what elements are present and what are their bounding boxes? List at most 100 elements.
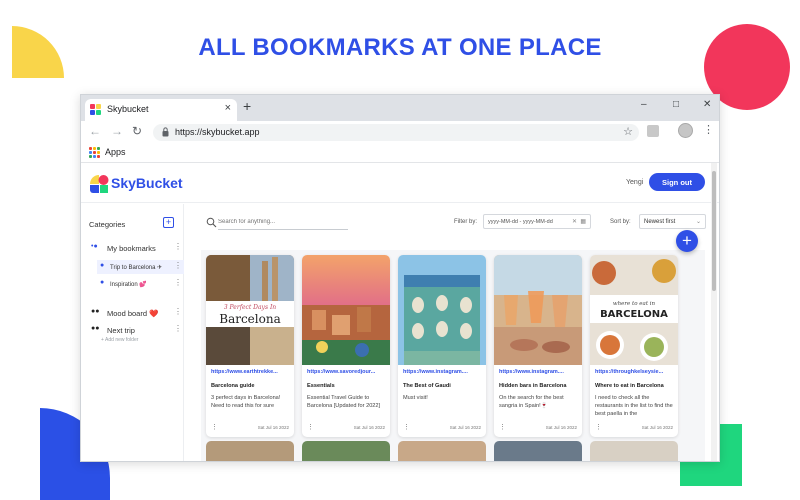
reload-icon[interactable]: ↻	[132, 124, 142, 138]
card-title: Hidden bars in Barcelona	[499, 383, 567, 389]
back-icon[interactable]: ←	[89, 124, 101, 138]
bookmark-card[interactable]: where to eat in BARCELONA https://throug…	[590, 255, 678, 437]
folder-menu-icon[interactable]: ⋮	[174, 324, 182, 333]
sort-value: Newest first	[644, 219, 676, 225]
chevron-down-icon: ⌄	[695, 219, 701, 225]
skybucket-app: SkyBucket Yengi Sign out Categories + •●…	[81, 163, 719, 461]
profile-avatar[interactable]	[678, 123, 693, 138]
minimize-icon[interactable]: –	[641, 99, 647, 110]
clear-date-icon[interactable]: ✕	[572, 218, 577, 225]
bookmark-card-partial[interactable]	[206, 441, 294, 461]
new-tab-icon[interactable]: +	[243, 98, 251, 114]
promo-headline: ALL BOOKMARKS AT ONE PLACE	[198, 34, 602, 61]
folder-menu-icon[interactable]: ⋮	[174, 261, 182, 270]
sign-out-button[interactable]: Sign out	[649, 173, 705, 191]
app-logo-text[interactable]: SkyBucket	[111, 175, 183, 191]
sort-select[interactable]: Newest first ⌄	[639, 214, 706, 229]
card-url[interactable]: https://throughkelseysie...	[595, 369, 675, 375]
add-category-icon[interactable]: +	[163, 217, 174, 228]
folder-label: Inspiration 💕	[110, 282, 147, 288]
bookmark-card[interactable]: https://www.savoredjour... Essentials Es…	[302, 255, 390, 437]
folder-trip-to-barcelona[interactable]: ● Trip to Barcelona ✈ ⋮	[97, 260, 184, 274]
folder-menu-icon[interactable]: ⋮	[174, 278, 182, 287]
bookmark-card-partial[interactable]	[302, 441, 390, 461]
calendar-icon[interactable]: ▦	[580, 218, 586, 225]
address-bar[interactable]: https://skybucket.app ☆	[153, 124, 639, 141]
bookmark-star-icon[interactable]: ☆	[623, 125, 633, 138]
add-new-folder-link[interactable]: + Add new folder	[101, 337, 138, 343]
card-thumbnail	[494, 255, 582, 365]
maximize-icon[interactable]: □	[673, 99, 679, 110]
bookmark-card-partial[interactable]	[494, 441, 582, 461]
card-date: Sat Jul 16 2022	[545, 425, 577, 430]
card-note: 3 perfect days in Barcelona! Need to rea…	[211, 395, 281, 409]
browser-tab[interactable]: Skybucket ×	[85, 99, 237, 121]
bookmark-card-partial[interactable]	[590, 441, 678, 461]
card-url[interactable]: https://www.instagram....	[403, 369, 483, 375]
card-thumb-text-top: where to eat in	[613, 301, 656, 307]
sort-label: Sort by:	[610, 219, 631, 225]
bookmark-card[interactable]: 3 Perfect Days In Barcelona https://www.…	[206, 255, 294, 437]
card-url[interactable]: https://www.earthtrekke...	[211, 369, 291, 375]
folder-mood-board[interactable]: ●● Mood board ❤️ ⋮	[81, 306, 184, 320]
search-input[interactable]	[218, 215, 348, 230]
folder-bullet-icon: ●	[100, 279, 105, 286]
url-text: https://skybucket.app	[175, 127, 260, 137]
card-date: Sat Jul 16 2022	[449, 425, 481, 430]
page-scrollbar-thumb[interactable]	[712, 171, 716, 291]
card-thumbnail: 3 Perfect Days In Barcelona	[206, 255, 294, 365]
forward-icon[interactable]: →	[111, 124, 123, 138]
extension-icon[interactable]	[647, 125, 659, 137]
skybucket-favicon-icon	[90, 104, 101, 115]
filter-label: Filter by:	[454, 219, 478, 225]
card-note: I need to check all the restaurants in t…	[595, 395, 673, 417]
card-menu-icon[interactable]: ⋮	[211, 423, 218, 431]
window-close-icon[interactable]: ✕	[703, 99, 711, 110]
card-note: On the search for the best sangria in Sp…	[499, 395, 564, 409]
card-url[interactable]: https://www.instagram....	[499, 369, 579, 375]
folder-menu-icon[interactable]: ⋮	[174, 307, 182, 316]
categories-sidebar: Categories + •● My bookmarks ⋮ ● Trip to…	[81, 204, 184, 461]
card-title: Essentials	[307, 383, 335, 389]
promo-stage: ALL BOOKMARKS AT ONE PLACE Skybucket × +…	[0, 0, 800, 500]
bookmarks-bar: Apps	[81, 143, 719, 163]
card-menu-icon[interactable]: ⋮	[595, 423, 602, 431]
card-menu-icon[interactable]: ⋮	[307, 423, 314, 431]
page-scrollbar[interactable]	[711, 163, 717, 461]
username-label: Yengi	[626, 179, 644, 186]
categories-title: Categories	[89, 220, 126, 229]
tab-title: Skybucket	[107, 104, 149, 114]
folder-bullet-icon: ●	[100, 262, 105, 269]
folder-menu-icon[interactable]: ⋮	[174, 242, 182, 251]
folder-next-trip[interactable]: ●● Next trip ⋮	[81, 323, 184, 337]
date-range-picker[interactable]: yyyy-MM-dd - yyyy-MM-dd ✕ ▦	[483, 214, 591, 229]
bookmarks-main: Filter by: yyyy-MM-dd - yyyy-MM-dd ✕ ▦ S…	[185, 204, 706, 461]
folder-label: My bookmarks	[107, 244, 156, 253]
card-url[interactable]: https://www.savoredjour...	[307, 369, 387, 375]
card-thumbnail	[398, 255, 486, 365]
card-date: Sat Jul 16 2022	[641, 425, 673, 430]
bookmark-card-partial[interactable]	[398, 441, 486, 461]
tab-close-icon[interactable]: ×	[225, 102, 231, 114]
folder-inspiration[interactable]: ● Inspiration 💕 ⋮	[97, 277, 184, 291]
card-title: Where to eat in Barcelona	[595, 383, 664, 389]
skybucket-logo-icon	[90, 175, 109, 193]
browser-window: Skybucket × + – □ ✕ ← → ↻ https://skybuc…	[80, 94, 720, 462]
bookmark-card[interactable]: https://www.instagram.... The Best of Ga…	[398, 255, 486, 437]
card-thumbnail	[302, 255, 390, 365]
card-date: Sat Jul 16 2022	[257, 425, 289, 430]
apps-label[interactable]: Apps	[105, 147, 126, 157]
card-menu-icon[interactable]: ⋮	[403, 423, 410, 431]
folder-my-bookmarks[interactable]: •● My bookmarks ⋮	[81, 241, 184, 255]
card-menu-icon[interactable]: ⋮	[499, 423, 506, 431]
lock-icon	[162, 127, 169, 137]
apps-grid-icon[interactable]	[89, 147, 100, 158]
bookmark-card[interactable]: https://www.instagram.... Hidden bars in…	[494, 255, 582, 437]
folder-bullet-icon: ●●	[91, 325, 100, 332]
browser-titlebar: Skybucket × + – □ ✕	[81, 95, 719, 121]
browser-menu-icon[interactable]: ⋮	[703, 123, 714, 136]
card-note: Must visit!	[403, 395, 428, 401]
add-bookmark-button[interactable]: +	[676, 230, 698, 252]
card-thumbnail: where to eat in BARCELONA	[590, 255, 678, 365]
app-header: SkyBucket Yengi Sign out	[81, 163, 719, 203]
